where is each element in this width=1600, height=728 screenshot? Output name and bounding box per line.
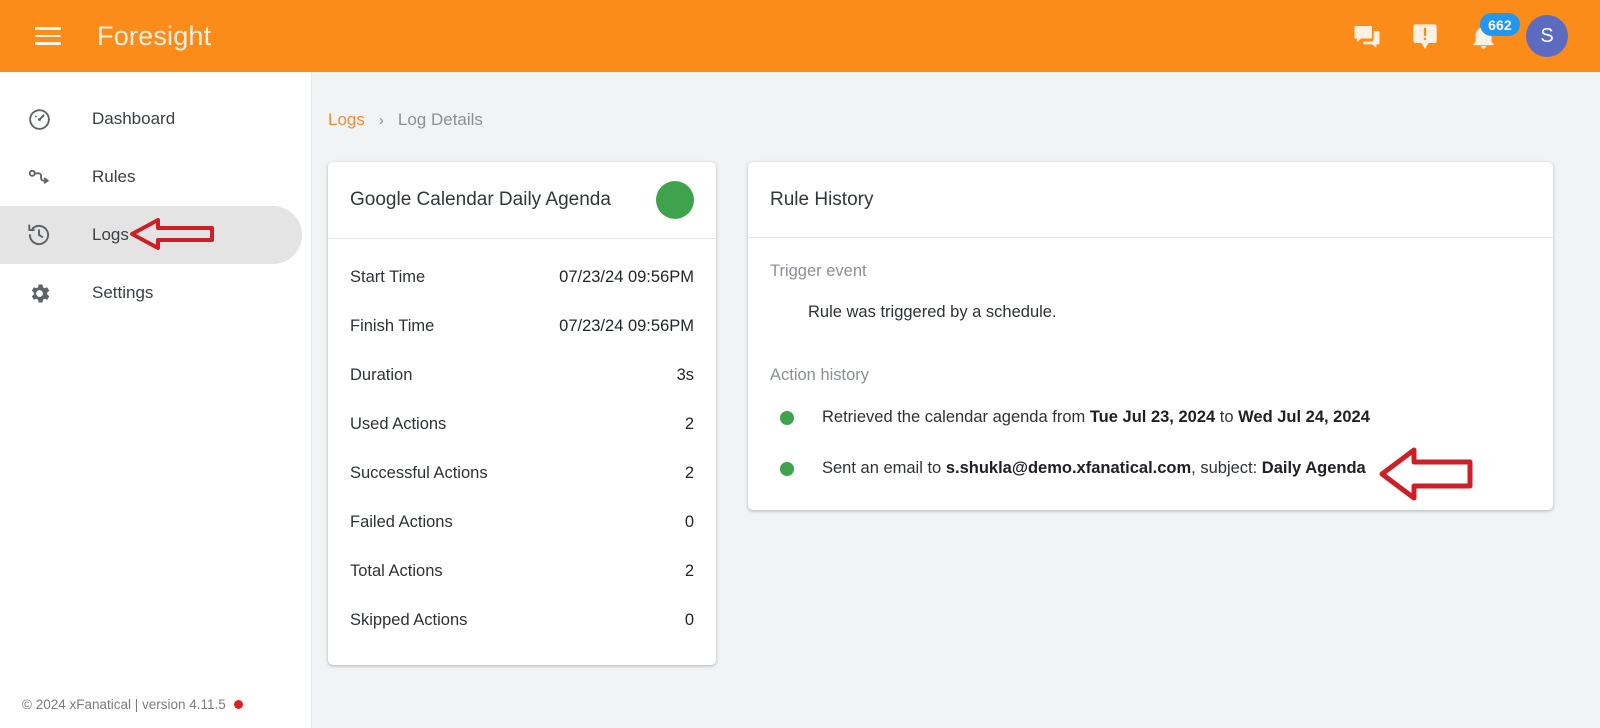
summary-row: Skipped Actions 0 [350,596,694,645]
action-text-plain: Sent an email to [822,459,946,478]
gear-settings-icon [22,281,56,306]
forum-chat-icon[interactable] [1338,7,1396,65]
chevron-right-icon: › [378,111,384,129]
app-header: Foresight 662 S [0,0,1600,72]
sidebar: Dashboard Rules Logs Settings © 2024 xFa… [0,72,312,728]
log-summary-header: Google Calendar Daily Agenda [328,162,716,239]
action-text-emphasis: Daily Agenda [1261,459,1366,478]
action-text-emphasis: Wed Jul 24, 2024 [1238,408,1370,426]
sidebar-item-label: Logs [92,225,129,244]
rules-flow-icon [22,165,56,190]
trigger-event-text: Rule was triggered by a schedule. [808,303,1057,321]
summary-row-value: 0 [684,513,694,531]
footer: © 2024 xFanatical | version 4.11.5 [0,680,312,728]
summary-row-value: 2 [684,562,694,580]
summary-row: Duration 3s [350,351,694,400]
sidebar-item-settings[interactable]: Settings [0,264,302,322]
log-summary-rows: Start Time 07/23/24 09:56PM Finish Time 07/… [328,239,716,665]
breadcrumb-current: Log Details [397,110,483,129]
content-row: Google Calendar Daily Agenda Start Time 0… [312,130,1600,665]
summary-row-value: 2 [684,464,694,482]
summary-row: Start Time 07/23/24 09:56PM [350,253,694,302]
footer-text: © 2024 xFanatical | version 4.11.5 [22,696,226,712]
action-status-dot-icon [780,462,794,477]
notification-bell-button[interactable]: 662 [1454,7,1520,65]
log-summary-title: Google Calendar Daily Agenda [350,189,611,210]
sidebar-item-label: Settings [92,283,154,302]
hamburger-menu-icon[interactable] [24,12,72,60]
summary-row: Used Actions 2 [350,400,694,449]
action-text-emphasis: s.shukla@demo.xfanatical.com [945,459,1192,478]
sidebar-item-rules[interactable]: Rules [0,148,302,206]
action-history-text: Sent an email to s.shukla@demo.xfanatica… [822,458,1366,479]
breadcrumb-logs-link[interactable]: Logs [328,110,365,130]
action-history-list: Retrieved the calendar agenda from Tue J… [770,407,1531,480]
summary-row-label: Finish Time [350,317,435,335]
summary-row: Total Actions 2 [350,547,694,596]
summary-row-label: Duration [350,366,413,384]
summary-row-label: Used Actions [350,415,447,433]
sidebar-nav: Dashboard Rules Logs Settings [0,72,311,322]
speedometer-dashboard-icon [22,107,56,132]
avatar[interactable]: S [1526,15,1568,57]
sidebar-item-logs[interactable]: Logs [0,206,302,264]
action-status-dot-icon [780,411,794,425]
action-text-emphasis: Tue Jul 23, 2024 [1089,408,1216,426]
action-text-plain: , subject: [1191,459,1262,478]
summary-row-value: 07/23/24 09:56PM [559,268,694,286]
action-history-item: Retrieved the calendar agenda from Tue J… [770,407,1531,428]
main-content: Logs › Log Details Google Calendar Daily… [312,72,1600,728]
summary-row: Failed Actions 0 [350,498,694,547]
rule-history-header: Rule History [748,162,1553,238]
status-dot-icon [233,699,243,709]
summary-row: Finish Time 07/23/24 09:56PM [350,302,694,351]
summary-row-label: Total Actions [350,562,443,580]
status-badge [656,181,694,219]
log-summary-card: Google Calendar Daily Agenda Start Time 0… [328,162,716,665]
sidebar-item-label: Rules [92,167,136,186]
action-history-label: Action history [770,366,870,384]
notification-count-badge[interactable]: 662 [1480,13,1520,36]
feedback-exclamation-icon[interactable] [1396,7,1454,65]
action-history-item: Sent an email to s.shukla@demo.xfanatica… [770,458,1531,479]
summary-row-value: 3s [676,366,694,384]
sidebar-item-label: Dashboard [92,109,176,128]
sidebar-item-dashboard[interactable]: Dashboard [0,90,302,148]
summary-row-value: 0 [684,611,694,629]
history-clock-icon [22,222,56,248]
rule-history-body: Trigger event Rule was triggered by a sc… [748,238,1553,510]
rule-history-card: Rule History Trigger event Rule was trig… [748,162,1553,510]
summary-row: Successful Actions 2 [350,449,694,498]
app-title: Foresight [97,20,212,51]
rule-history-title: Rule History [770,188,874,210]
summary-row-value: 07/23/24 09:56PM [559,317,694,335]
action-history-text: Retrieved the calendar agenda from Tue J… [822,407,1370,428]
summary-row-label: Start Time [350,268,426,286]
header-actions: 662 S [1338,7,1568,65]
summary-row-label: Skipped Actions [350,611,468,629]
summary-row-value: 2 [684,415,694,433]
trigger-event-label: Trigger event [770,262,867,280]
action-text-plain: to [1215,408,1239,426]
summary-row-label: Failed Actions [350,513,453,531]
breadcrumb: Logs › Log Details [312,72,1600,130]
summary-row-label: Successful Actions [350,464,488,482]
action-text-plain: Retrieved the calendar agenda from [822,408,1090,426]
